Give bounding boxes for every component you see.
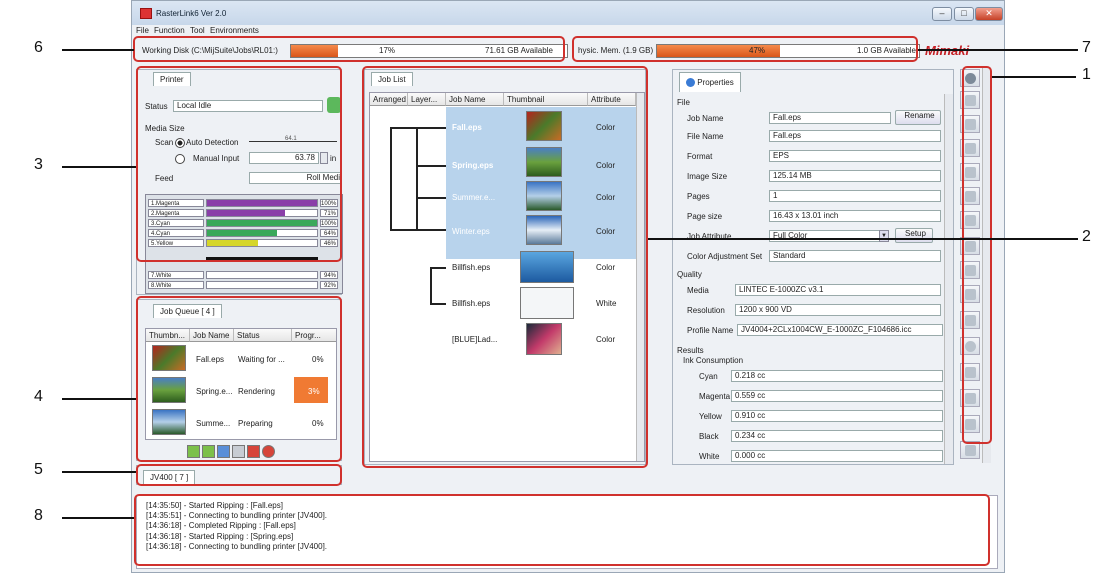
title-bar: RasterLink6 Ver 2.0 – □ ✕ [132,1,1004,25]
callout-line [62,517,134,519]
file-name-label: File Name [687,132,724,141]
consumption-label: Yellow [699,412,722,421]
media-field: LINTEC E-1000ZC v3.1 [735,284,941,296]
consumption-label: Black [699,432,719,441]
callout-4: 4 [34,388,43,405]
highlight-status-disk [133,36,565,62]
callout-8: 8 [34,507,43,524]
highlight-printer-tabs [136,464,342,486]
callout-line [62,471,136,473]
profile-label: Profile Name [687,326,734,335]
ink-bar [206,271,318,279]
consumption-value: 0.000 cc [731,450,943,462]
info-icon [686,78,695,88]
media-label: Media [687,286,709,295]
ink-percent: 94% [320,271,338,279]
pages-label: Pages [687,192,710,201]
callout-line [62,166,136,168]
callout-6: 6 [34,39,43,56]
resolution-label: Resolution [687,306,725,315]
highlight-job-queue [136,296,342,462]
page-size-label: Page size [687,212,723,221]
resolution-field: 1200 x 900 VD [735,304,941,316]
consumption-value: 0.234 cc [731,430,943,442]
consumption-value: 0.910 cc [731,410,943,422]
ink-name: 8.White [148,281,204,289]
color-adjustment-field: Standard [769,250,941,262]
ink-name: 7.White [148,271,204,279]
consumption-value: 0.559 cc [731,390,943,402]
callout-7: 7 [1082,39,1091,56]
image-size-field: 125.14 MB [769,170,941,182]
window-title: RasterLink6 Ver 2.0 [156,9,227,18]
page-size-field: 16.43 x 13.01 inch [769,210,941,222]
chevron-down-icon[interactable]: ▼ [879,230,889,242]
properties-tab-label: Properties [697,78,734,87]
ink-level-row: 7.White 94% [148,271,338,279]
format-label: Format [687,152,713,161]
ink-percent: 92% [320,281,338,289]
menu-tool[interactable]: Tool [190,26,205,35]
job-name-field[interactable]: Fall.eps [769,112,891,124]
pages-field: 1 [769,190,941,202]
color-adjustment-label: Color Adjustment Set [687,252,763,261]
app-logo-icon [140,8,152,19]
minimize-button[interactable]: – [932,7,952,21]
job-name-label: Job Name [687,114,724,123]
ink-level-row: 8.White 92% [148,281,338,289]
menu-environments[interactable]: Environments [210,26,259,35]
close-button[interactable]: ✕ [975,7,1003,21]
callout-5: 5 [34,461,43,478]
consumption-value: 0.218 cc [731,370,943,382]
job-attribute-select[interactable]: Full Color [769,230,889,242]
maximize-button[interactable]: □ [954,7,974,21]
tab-properties[interactable]: Properties [679,72,741,92]
ink-bar-fill [207,282,309,288]
callout-line [992,76,1076,78]
quality-section-label: Quality [677,270,702,279]
consumption-label: White [699,452,720,461]
setup-button[interactable]: Setup [895,228,933,243]
ink-consumption-label: Ink Consumption [683,356,744,365]
consumption-label: Magenta [699,392,731,401]
menu-file[interactable]: File [136,26,149,35]
callout-1: 1 [1082,66,1091,83]
ink-bar [206,281,318,289]
callout-3: 3 [34,156,43,173]
menu-function[interactable]: Function [154,26,185,35]
consumption-label: Cyan [699,372,718,381]
callout-line [918,49,1078,51]
highlight-log [134,494,990,566]
results-section-label: Results [677,346,704,355]
callout-2: 2 [1082,228,1091,245]
file-name-field: Fall.eps [769,130,941,142]
highlight-toolbar [962,66,992,444]
format-field: EPS [769,150,941,162]
highlight-printer [136,66,342,262]
highlight-status-mem [572,36,918,62]
callout-line [648,238,1078,240]
profile-field: JV4004+2CLx1004CW_E-1000ZC_F104686.icc [737,324,943,336]
callout-line [62,49,134,51]
rename-button[interactable]: Rename [895,110,941,125]
ink-bar-fill [207,272,311,278]
image-size-label: Image Size [687,172,728,181]
file-section-label: File [677,98,690,107]
properties-scrollbar[interactable] [944,94,953,464]
properties-panel: Properties File Job Name Fall.eps Rename… [672,69,954,465]
highlight-job-list [362,66,648,468]
callout-line [62,398,136,400]
